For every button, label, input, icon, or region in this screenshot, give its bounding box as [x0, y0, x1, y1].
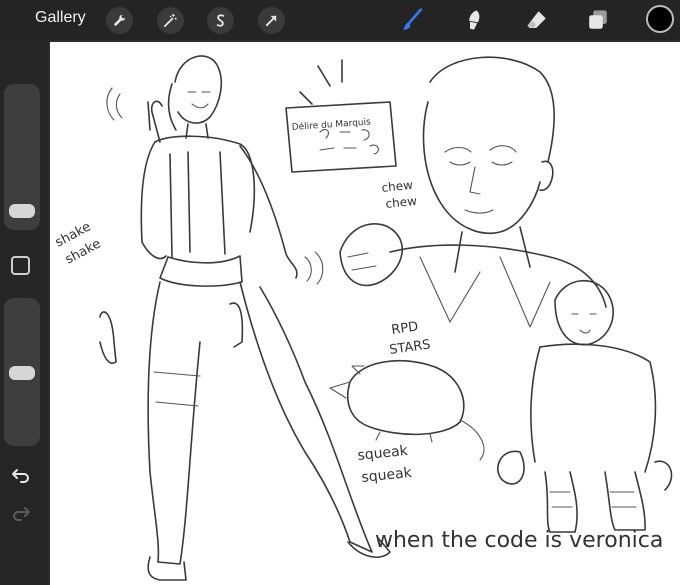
drawing-canvas[interactable]: shake shake Délire du Marquis chew chew …	[50, 42, 680, 585]
smudge-icon[interactable]	[459, 5, 489, 35]
sketch-sign	[285, 59, 397, 173]
annotation-rpd: RPD	[390, 319, 419, 338]
annotation-squeak-2: squeak	[361, 465, 414, 486]
selection-icon[interactable]	[207, 7, 234, 34]
gallery-button[interactable]: Gallery	[35, 9, 86, 27]
opacity-slider[interactable]	[4, 298, 40, 446]
layers-icon[interactable]	[583, 5, 613, 35]
undo-icon[interactable]	[10, 464, 32, 486]
opacity-thumb[interactable]	[9, 366, 35, 380]
eraser-icon[interactable]	[522, 5, 552, 35]
sketch-sitting-kid	[496, 279, 673, 533]
annotation-chew: chew	[381, 178, 414, 195]
annotation-sign-text: Délire du Marquis	[291, 116, 371, 133]
sketch-woman-figure	[99, 55, 391, 581]
redo-icon[interactable]	[10, 502, 32, 524]
brush-size-thumb[interactable]	[9, 204, 35, 218]
sketch-annotations: shake shake Délire du Marquis chew chew …	[53, 116, 664, 553]
sketch-artwork: shake shake Délire du Marquis chew chew …	[53, 55, 673, 581]
left-sidebar	[0, 40, 48, 585]
wrench-icon[interactable]	[106, 7, 133, 34]
brush-size-slider[interactable]	[4, 84, 40, 230]
annotation-chew-2: chew	[385, 194, 418, 211]
magic-wand-icon[interactable]	[157, 7, 184, 34]
brush-icon[interactable]	[398, 5, 428, 35]
annotation-stars: STARS	[388, 337, 431, 358]
transform-arrow-icon[interactable]	[258, 7, 285, 34]
annotation-squeak: squeak	[357, 443, 410, 464]
color-picker-swatch[interactable]	[646, 5, 674, 33]
top-toolbar: Gallery	[0, 0, 680, 40]
annotation-caption: when the code is veronica	[375, 528, 663, 553]
modify-button[interactable]	[11, 256, 30, 275]
